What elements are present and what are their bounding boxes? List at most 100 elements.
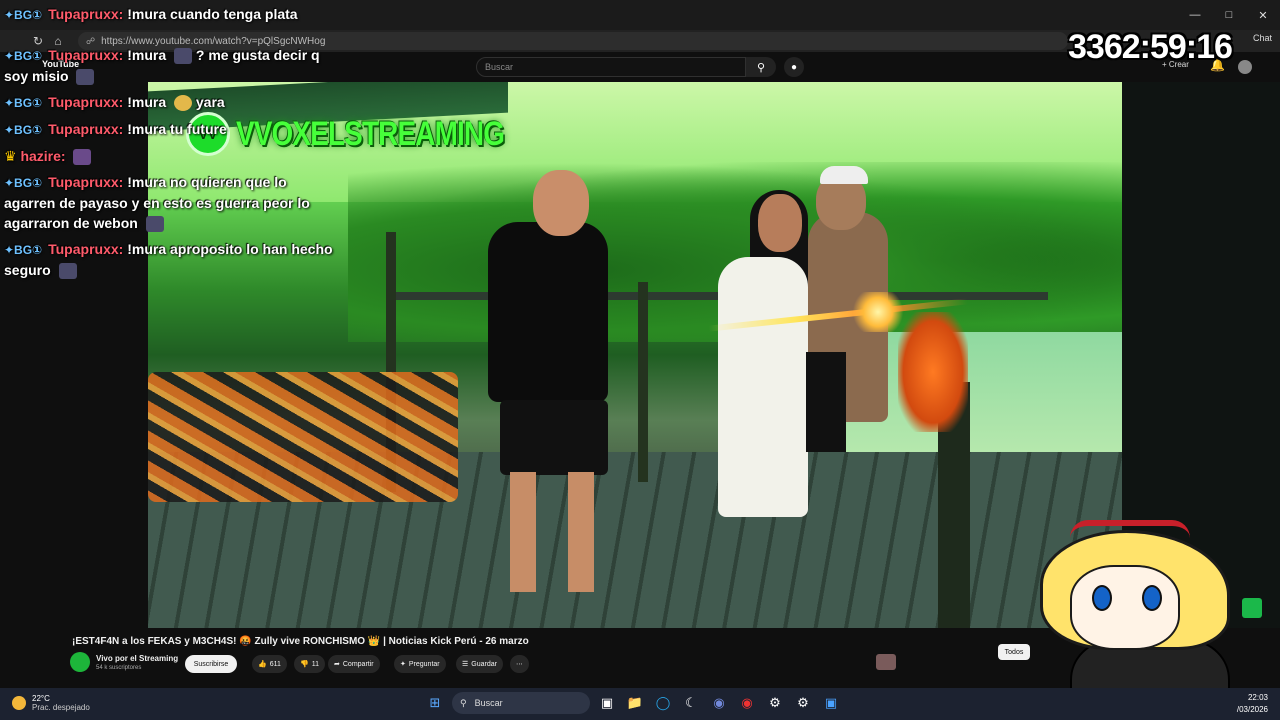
person-dress — [718, 257, 808, 517]
chat-badge-icon: ✦BG① — [4, 123, 43, 137]
weather-temp: 22°C — [32, 694, 50, 703]
chat-username: Tupapruxx: — [48, 47, 124, 63]
video-title: ¡EST4F4N a los FEKAS y M3CH4S! 🤬 Zully v… — [72, 636, 529, 647]
system-clock[interactable]: 22:03 /03/2026 — [1237, 692, 1268, 716]
close-icon[interactable]: ✕ — [1246, 0, 1280, 30]
edge-icon[interactable]: ◯ — [652, 692, 674, 714]
crown-icon: ♛ — [4, 148, 17, 164]
channel-avatar[interactable] — [70, 652, 90, 672]
overlay-toggle-icon[interactable] — [1242, 598, 1262, 618]
chat-text: !mura — [127, 47, 167, 63]
stream-chat-overlay: ✦BG① Tupapruxx: !mura cuando tenga plata… — [4, 4, 334, 286]
screen: — □ ✕ ↻ ⌂ ☍ https://www.youtube.com/watc… — [0, 0, 1280, 720]
chat-message: ✦BG① Tupapruxx: !mura cuando tenga plata — [4, 4, 334, 25]
chat-badge-icon: ✦BG① — [4, 243, 43, 257]
ask-label: Preguntar — [408, 660, 440, 668]
light-glow — [848, 292, 908, 332]
sparkle-icon: ✦ — [400, 661, 406, 668]
steam-icon[interactable]: ⚙ — [792, 692, 814, 714]
emote-icon — [58, 263, 77, 280]
maximize-icon[interactable]: □ — [1212, 0, 1246, 30]
person-head — [758, 194, 802, 252]
minimize-icon[interactable]: — — [1178, 0, 1212, 30]
person-shorts — [500, 400, 608, 475]
chat-text: !mura cuando tenga plata — [127, 6, 298, 22]
window-controls: — □ ✕ — [1178, 0, 1280, 30]
ask-button[interactable]: ✦ Preguntar — [394, 655, 446, 673]
chat-username: Tupapruxx: — [48, 94, 124, 110]
mascot-eye — [1092, 585, 1112, 611]
taskbar-search-label: Buscar — [474, 698, 503, 708]
file-explorer-icon[interactable]: 📁 — [624, 692, 646, 714]
emote-icon — [76, 69, 95, 86]
save-label: Guardar — [471, 660, 497, 668]
chat-text: !mura tu future — [127, 121, 227, 137]
chat-badge-icon: ✦BG① — [4, 176, 43, 190]
chat-username: Tupapruxx: — [48, 241, 124, 257]
thumbs-down-icon: 👎 — [300, 661, 309, 668]
like-button[interactable]: 👍 611 — [252, 655, 287, 673]
chat-button[interactable]: Chat — [1253, 33, 1272, 43]
video-post — [638, 282, 648, 482]
chat-message: ✦BG① Tupapruxx: !mura yara — [4, 92, 334, 113]
microphone-icon[interactable]: ● — [784, 57, 804, 77]
more-options-button[interactable]: ⋯ — [510, 655, 529, 673]
search-icon: ⚲ — [460, 697, 467, 708]
chat-badge-icon: ✦BG① — [4, 8, 43, 22]
chat-badge-icon: ✦BG① — [4, 49, 43, 63]
thumbs-up-icon: 👍 — [258, 661, 267, 668]
emote-icon — [174, 48, 192, 65]
video-life-vests — [148, 372, 458, 502]
clock-date: /03/2026 — [1236, 705, 1268, 714]
chat-username: hazire: — [20, 148, 66, 164]
save-icon: ☰ — [462, 661, 469, 668]
search-icon[interactable]: ⚲ — [746, 57, 776, 77]
obs-icon[interactable]: ◉ — [736, 692, 758, 714]
chat-message: ✦BG① Tupapruxx: !mura ? me gusta decir q… — [4, 45, 334, 86]
chat-username: Tupapruxx: — [48, 121, 124, 137]
recommendation-thumbnail[interactable] — [876, 654, 896, 670]
chat-text: !mura — [127, 94, 167, 110]
mascot-eye — [1142, 585, 1162, 611]
windows-taskbar: 22°C Prac. despejado ⊞ ⚲ Buscar ▣ 📁 ◯ ☾ … — [0, 688, 1280, 720]
emote-icon — [73, 149, 92, 166]
person-body — [488, 222, 608, 402]
share-button[interactable]: ➦ Compartir — [328, 655, 380, 673]
discord-icon[interactable]: ◉ — [708, 692, 730, 714]
start-icon[interactable]: ⊞ — [424, 692, 446, 714]
share-label: Compartir — [342, 660, 374, 668]
clock-time: 22:03 — [1247, 693, 1268, 702]
person-leg — [510, 472, 536, 592]
subscribe-button[interactable]: Suscribirse — [185, 655, 237, 673]
stream-timer: 3362:59:16 — [1068, 28, 1233, 66]
person-leg — [568, 472, 594, 592]
person-cap — [820, 166, 868, 184]
channel-name[interactable]: Vivo por el Streaming — [96, 654, 178, 663]
save-button[interactable]: ☰ Guardar — [456, 655, 503, 673]
person-legs — [806, 352, 846, 452]
dislike-count: 11 — [311, 660, 319, 668]
mascot-headband — [1070, 520, 1190, 538]
chat-username: Tupapruxx: — [48, 6, 124, 22]
share-icon: ➦ — [334, 661, 340, 668]
emote-icon — [174, 95, 192, 112]
taskbar-apps: ⊞ ⚲ Buscar ▣ 📁 ◯ ☾ ◉ ◉ ⚙ ⚙ ▣ — [424, 692, 842, 714]
search-input[interactable]: Buscar — [476, 57, 746, 77]
filter-chip-all[interactable]: Todos — [998, 644, 1030, 660]
emote-icon — [145, 216, 164, 233]
task-view-icon[interactable]: ▣ — [596, 692, 618, 714]
dislike-button[interactable]: 👎 11 — [294, 655, 325, 673]
chat-username: Tupapruxx: — [48, 174, 124, 190]
chat-badge-icon: ✦BG① — [4, 96, 43, 110]
subscriber-count: 54 k suscriptores — [96, 665, 142, 671]
weather-widget[interactable]: 22°C Prac. despejado — [12, 694, 90, 712]
mascot-face — [1070, 565, 1180, 650]
account-avatar[interactable] — [1238, 60, 1252, 74]
app-icon[interactable]: ▣ — [820, 692, 842, 714]
like-count: 611 — [269, 660, 281, 668]
settings-icon[interactable]: ⚙ — [764, 692, 786, 714]
ccleaner-icon[interactable]: ☾ — [680, 692, 702, 714]
more-icon: ⋯ — [516, 661, 523, 668]
weather-desc: Prac. despejado — [32, 703, 90, 712]
taskbar-search[interactable]: ⚲ Buscar — [452, 692, 590, 714]
